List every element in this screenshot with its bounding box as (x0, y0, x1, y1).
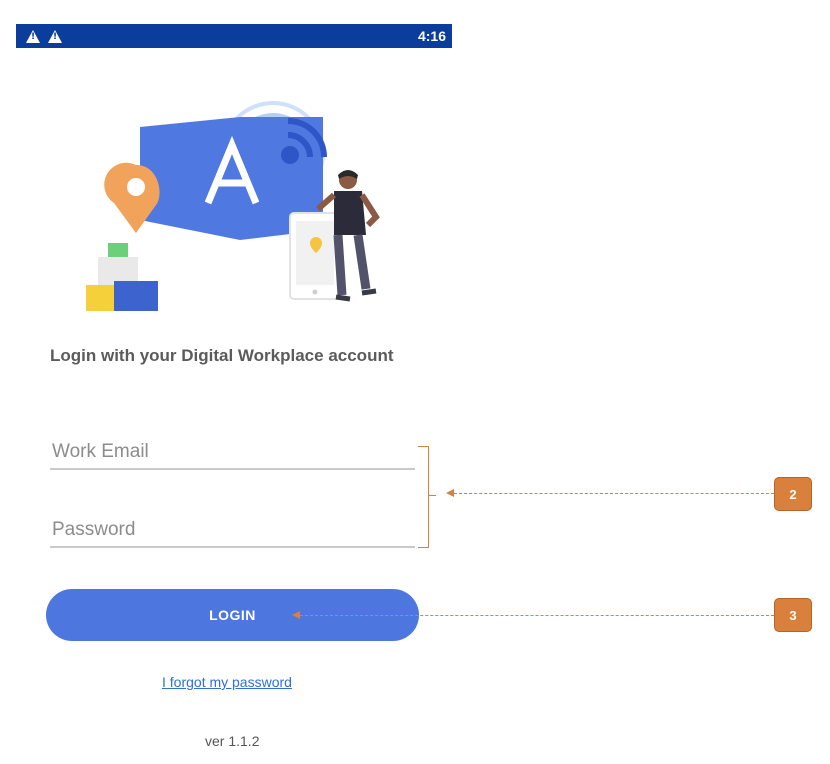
fields-bracket-tick (428, 495, 436, 496)
login-illustration (80, 95, 390, 320)
illustration-graphic (86, 101, 380, 311)
annotation-callout: 2 (774, 477, 812, 511)
annotation-arrowhead (446, 489, 454, 497)
annotation-arrowhead (292, 611, 300, 619)
email-field[interactable] (50, 438, 419, 470)
email-input[interactable] (50, 438, 419, 466)
status-bar: 4:16 (16, 24, 452, 48)
annotation-callout: 3 (774, 598, 812, 632)
fields-bracket (418, 446, 429, 548)
version-text: ver 1.1.2 (205, 733, 260, 749)
page-heading: Login with your Digital Workplace accoun… (50, 346, 394, 365)
warning-icon (26, 29, 40, 43)
password-input[interactable] (50, 516, 419, 544)
status-time: 4:16 (417, 28, 446, 44)
warning-icon (48, 29, 62, 43)
annotation-arrow-line (300, 615, 774, 616)
password-field[interactable] (50, 516, 419, 548)
forgot-password-link[interactable]: I forgot my password (162, 674, 292, 690)
annotation-arrow-line (454, 493, 774, 494)
